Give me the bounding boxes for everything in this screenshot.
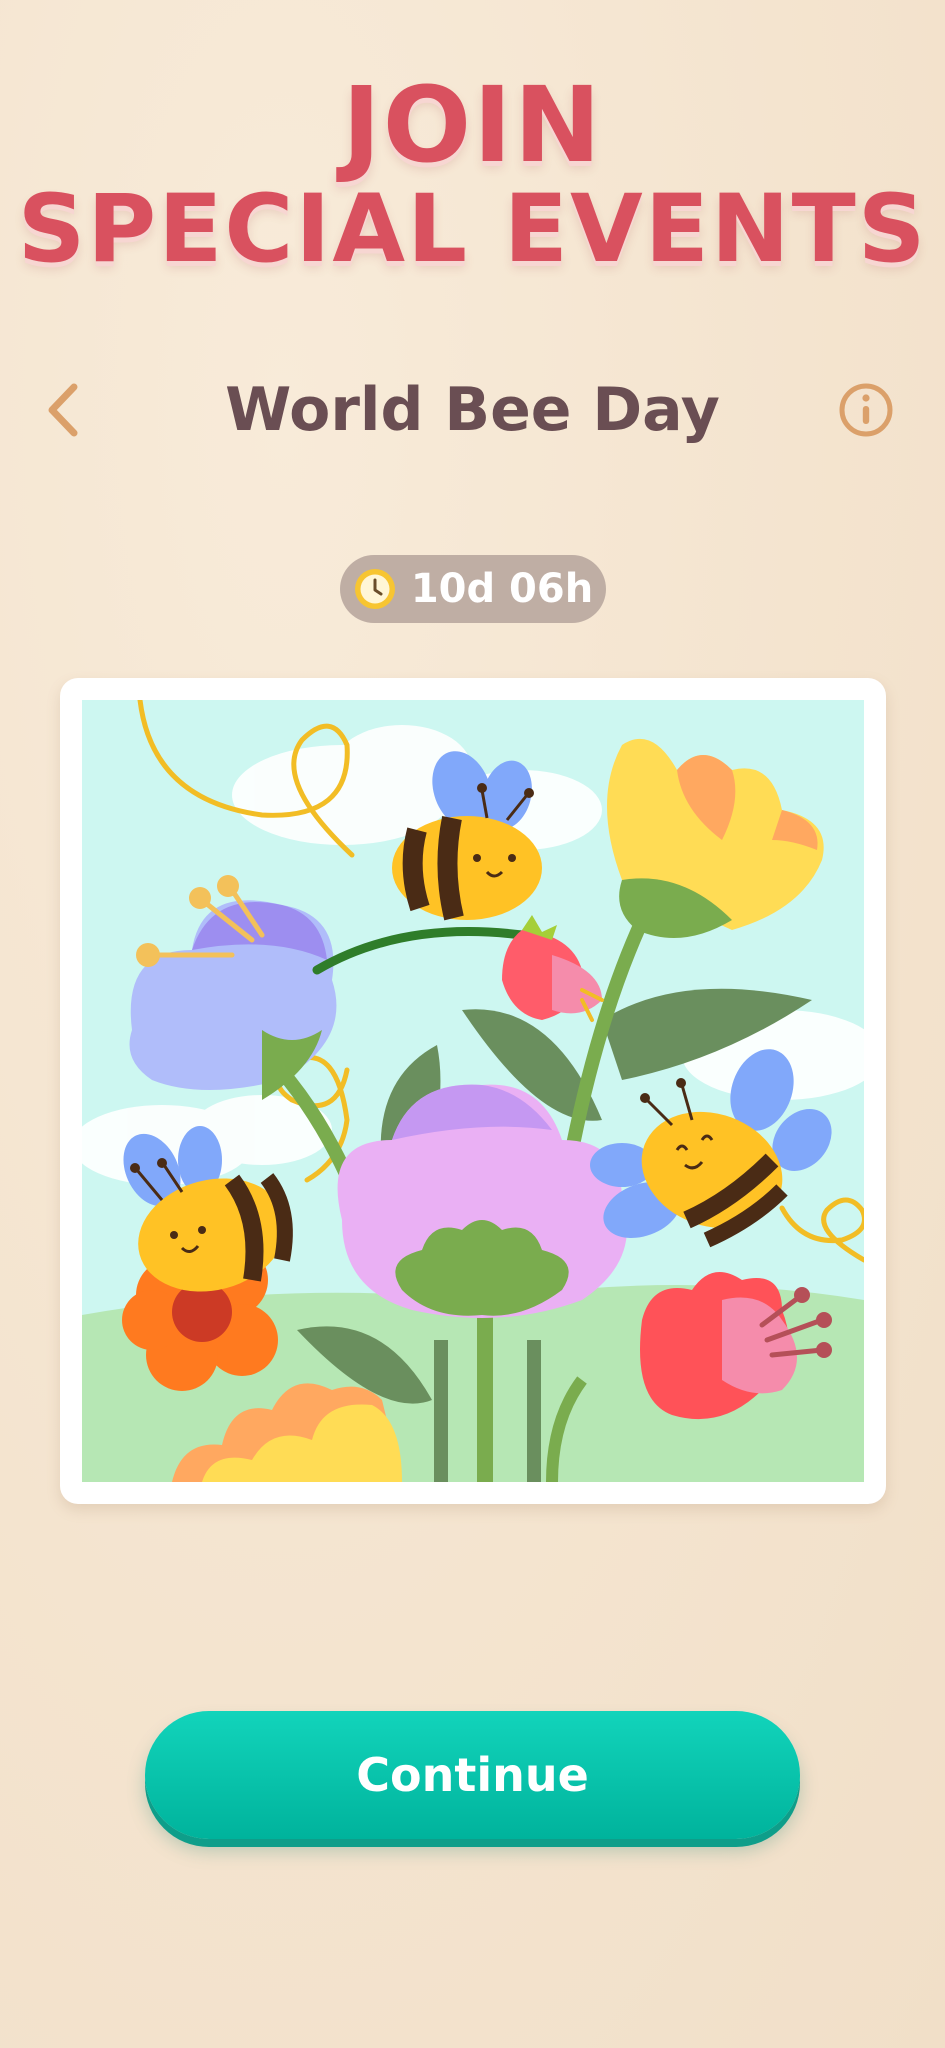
continue-button[interactable]: Continue: [145, 1711, 800, 1839]
artwork-card[interactable]: [60, 678, 886, 1504]
clock-icon: [354, 569, 395, 609]
info-icon: [839, 383, 893, 437]
event-title: World Bee Day: [225, 375, 720, 445]
info-button[interactable]: [836, 380, 896, 440]
promo-title-line-1: JOIN: [342, 64, 603, 186]
event-timer: 10d 06h: [340, 555, 606, 623]
event-header: World Bee Day: [0, 365, 945, 455]
bee-artwork-image: [82, 700, 864, 1482]
timer-text: 10d 06h: [410, 566, 594, 612]
promo-title-line-2: SPECIAL EVENTS: [17, 175, 928, 284]
